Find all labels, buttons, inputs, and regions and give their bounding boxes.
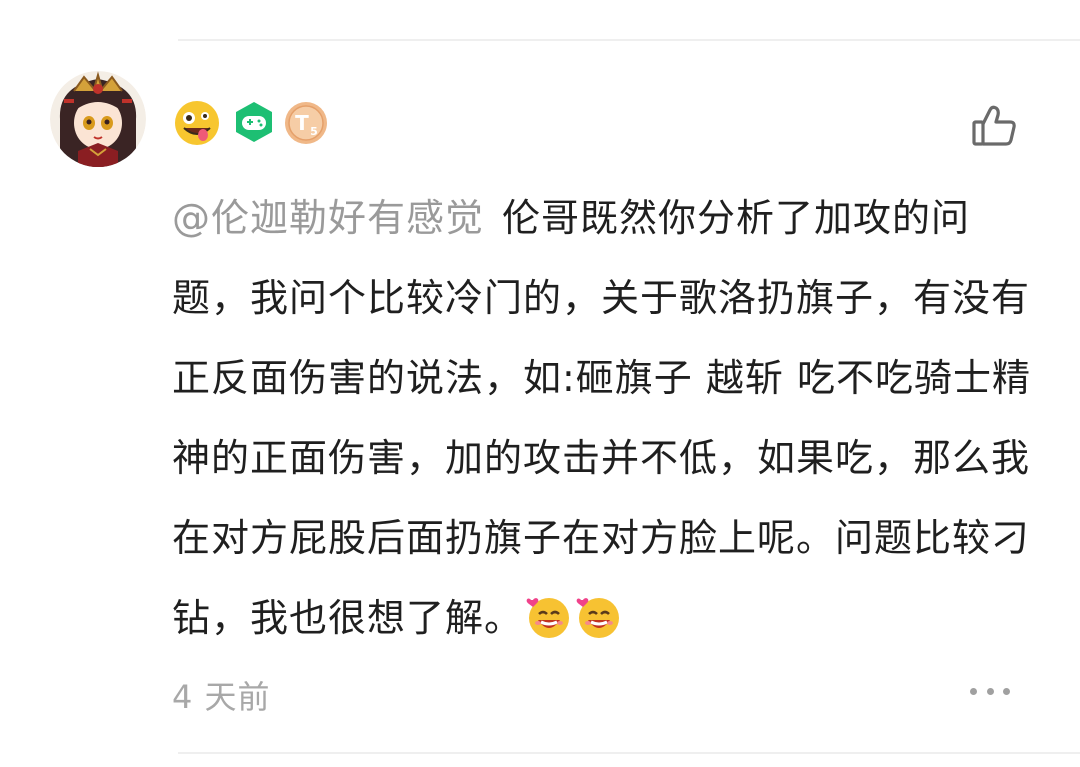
dot [986, 687, 994, 695]
game-controller-badge-icon [232, 100, 276, 144]
svg-text:5: 5 [310, 125, 318, 138]
heart-smile-emoji-icon [525, 592, 573, 640]
svg-text:T: T [295, 111, 309, 135]
dot [1003, 687, 1010, 695]
top-divider [178, 39, 1080, 41]
comment-body: @伦迦勒好有感觉 伦哥既然你分析了加攻的问题，我问个比较冷门的，关于歌洛扔旗子，有… [172, 178, 1040, 658]
bottom-divider [178, 752, 1080, 754]
more-options-icon[interactable] [970, 678, 1010, 704]
comment-timestamp: 4 天前 [172, 678, 271, 716]
dot [970, 687, 977, 695]
avatar[interactable] [50, 71, 146, 167]
coin-t5-badge-icon: T 5 [284, 101, 328, 145]
mention-link[interactable]: @伦迦勒好有感觉 [172, 196, 484, 240]
crazy-face-emoji-icon [174, 100, 220, 146]
comment-text: 伦哥既然你分析了加攻的问题，我问个比较冷门的，关于歌洛扔旗子，有没有正反面伤害的… [172, 196, 1031, 640]
like-icon[interactable] [970, 102, 1018, 150]
heart-smile-emoji-icon [575, 592, 623, 640]
